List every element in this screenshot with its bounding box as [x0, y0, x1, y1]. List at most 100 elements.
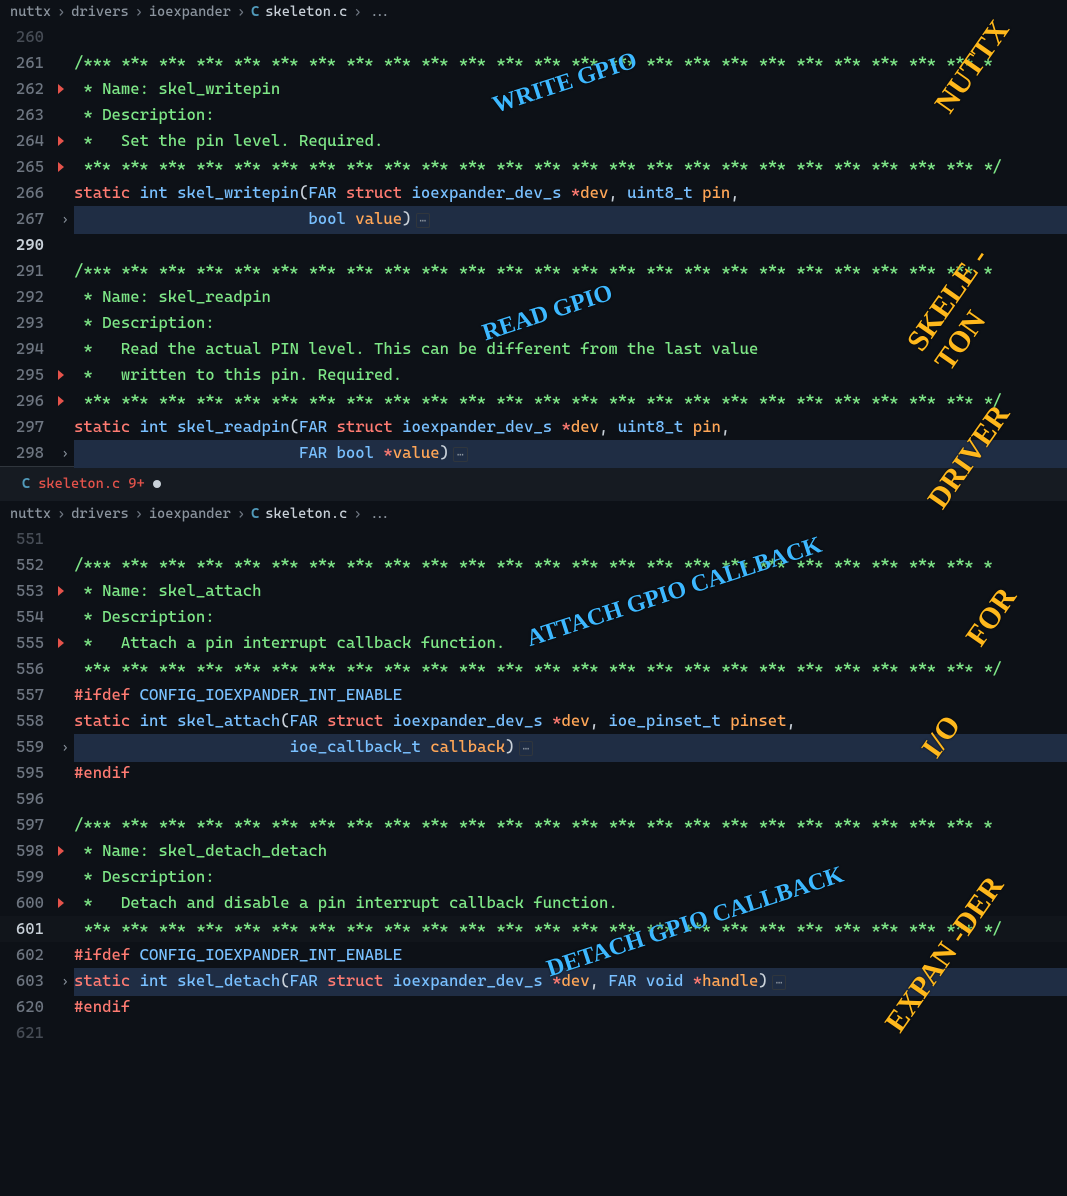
c-file-icon: C — [22, 476, 30, 492]
crumb-filename[interactable]: skeleton.c — [265, 4, 347, 20]
line-number: 597 — [0, 812, 56, 838]
comment: * Attach a pin interrupt callback functi… — [74, 633, 505, 652]
code-area-bottom[interactable]: 551 552 /*** *** *** *** *** *** *** *** … — [0, 526, 1067, 1046]
crumb-nuttx[interactable]: nuttx — [10, 506, 51, 522]
line-number: 600 — [0, 890, 56, 916]
comment: *** *** *** *** *** *** *** *** *** *** … — [74, 157, 1002, 176]
line-number: 552 — [0, 552, 56, 578]
code-area-top[interactable]: 260 261/*** *** *** *** *** *** *** *** … — [0, 24, 1067, 466]
code-line[interactable]: #endif — [74, 994, 1067, 1020]
chevron-right-icon: › — [237, 4, 245, 20]
line-number: 291 — [0, 258, 56, 284]
comment: /*** *** *** *** *** *** *** *** *** ***… — [74, 555, 993, 574]
line-number: 595 — [0, 760, 56, 786]
chevron-right-icon: › — [353, 506, 361, 522]
line-number: 298 — [0, 440, 56, 466]
chevron-right-icon: › — [353, 4, 361, 20]
chevron-right-icon: › — [57, 4, 65, 20]
line-number: 553 — [0, 578, 56, 604]
line-number: 558 — [0, 708, 56, 734]
breadcrumb[interactable]: nuttx › drivers › ioexpander › C skeleto… — [0, 0, 1067, 24]
crumb-drivers[interactable]: drivers — [71, 506, 128, 522]
crumb-nuttx[interactable]: nuttx — [10, 4, 51, 20]
line-number: 602 — [0, 942, 56, 968]
comment: * Read the actual PIN level. This can be… — [74, 339, 758, 358]
crumb-ioexpander[interactable]: ioexpander — [149, 4, 231, 20]
crumb-more[interactable]: ... — [368, 4, 393, 20]
line-number: 555 — [0, 630, 56, 656]
dirty-indicator-icon — [153, 480, 161, 488]
line-number: 260 — [0, 24, 56, 50]
comment: * Detach and disable a pin interrupt cal… — [74, 893, 618, 912]
collapsed-ellipsis-icon[interactable]: ⋯ — [416, 213, 431, 228]
fold-chevron-icon[interactable]: › — [61, 974, 68, 988]
line-number: 292 — [0, 284, 56, 310]
line-number: 267 — [0, 206, 56, 232]
code-line[interactable]: static int skel_detach(FAR struct ioexpa… — [74, 968, 1067, 996]
line-number: 551 — [0, 526, 56, 552]
comment: * Description: — [74, 105, 215, 124]
tab-diagnostic-count: 9+ — [128, 476, 144, 492]
line-number: 601 — [0, 916, 56, 942]
comment: * written to this pin. Required. — [74, 365, 402, 384]
comment: * Set the pin level. Required. — [74, 131, 383, 150]
line-number: 559 — [0, 734, 56, 760]
line-number: 599 — [0, 864, 56, 890]
line-number: 297 — [0, 414, 56, 440]
code-line[interactable]: #ifdef CONFIG_IOEXPANDER_INT_ENABLE — [74, 682, 1067, 708]
line-number: 556 — [0, 656, 56, 682]
code-line[interactable]: static int skel_attach(FAR struct ioexpa… — [74, 708, 1067, 734]
fold-chevron-icon[interactable]: › — [61, 212, 68, 226]
comment: * Description: — [74, 867, 215, 886]
line-number: 294 — [0, 336, 56, 362]
code-line[interactable]: #ifdef CONFIG_IOEXPANDER_INT_ENABLE — [74, 942, 1067, 968]
line-number: 262 — [0, 76, 56, 102]
comment: *** *** *** *** *** *** *** *** *** *** … — [74, 391, 1002, 410]
line-number: 293 — [0, 310, 56, 336]
comment: * Name: skel_detach_detach — [74, 841, 327, 860]
comment: *** *** *** *** *** *** *** *** *** *** … — [74, 659, 1002, 678]
line-number: 603 — [0, 968, 56, 994]
code-line[interactable]: static int skel_writepin(FAR struct ioex… — [74, 180, 1067, 206]
code-line[interactable]: static int skel_readpin(FAR struct ioexp… — [74, 414, 1067, 440]
collapsed-ellipsis-icon[interactable]: ⋯ — [772, 975, 787, 990]
tab-filename: skeleton.c — [38, 476, 120, 492]
crumb-more[interactable]: ... — [368, 506, 393, 522]
fold-chevron-icon[interactable]: › — [61, 740, 68, 754]
collapsed-ellipsis-icon[interactable]: ⋯ — [453, 447, 468, 462]
code-line[interactable]: FAR bool *value)⋯ — [74, 440, 1067, 468]
line-number: 554 — [0, 604, 56, 630]
comment: *** *** *** *** *** *** *** *** *** *** … — [74, 919, 1002, 938]
line-number: 290 — [0, 232, 56, 258]
tab-skeleton[interactable]: C skeleton.c 9+ — [10, 472, 173, 496]
line-number: 557 — [0, 682, 56, 708]
line-number: 621 — [0, 1020, 56, 1046]
line-number: 620 — [0, 994, 56, 1020]
line-number: 263 — [0, 102, 56, 128]
crumb-drivers[interactable]: drivers — [71, 4, 128, 20]
line-number: 598 — [0, 838, 56, 864]
line-number: 596 — [0, 786, 56, 812]
comment: /*** *** *** *** *** *** *** *** *** ***… — [74, 261, 993, 280]
comment: * Name: skel_attach — [74, 581, 262, 600]
crumb-ioexpander[interactable]: ioexpander — [149, 506, 231, 522]
collapsed-ellipsis-icon[interactable]: ⋯ — [519, 741, 534, 756]
crumb-filename[interactable]: skeleton.c — [265, 506, 347, 522]
c-file-icon: C — [251, 506, 259, 522]
tab-bar: C skeleton.c 9+ — [0, 466, 1067, 502]
chevron-right-icon: › — [135, 506, 143, 522]
line-number: 296 — [0, 388, 56, 414]
breadcrumb[interactable]: nuttx › drivers › ioexpander › C skeleto… — [0, 502, 1067, 526]
chevron-right-icon: › — [57, 506, 65, 522]
code-line[interactable]: ioe_callback_t callback)⋯ — [74, 734, 1067, 762]
comment: /*** *** *** *** *** *** *** *** *** ***… — [74, 53, 993, 72]
line-number: 264 — [0, 128, 56, 154]
line-number: 265 — [0, 154, 56, 180]
code-line[interactable]: bool value)⋯ — [74, 206, 1067, 234]
chevron-right-icon: › — [237, 506, 245, 522]
line-number: 266 — [0, 180, 56, 206]
fold-chevron-icon[interactable]: › — [61, 446, 68, 460]
line-number: 295 — [0, 362, 56, 388]
chevron-right-icon: › — [135, 4, 143, 20]
code-line[interactable]: #endif — [74, 760, 1067, 786]
